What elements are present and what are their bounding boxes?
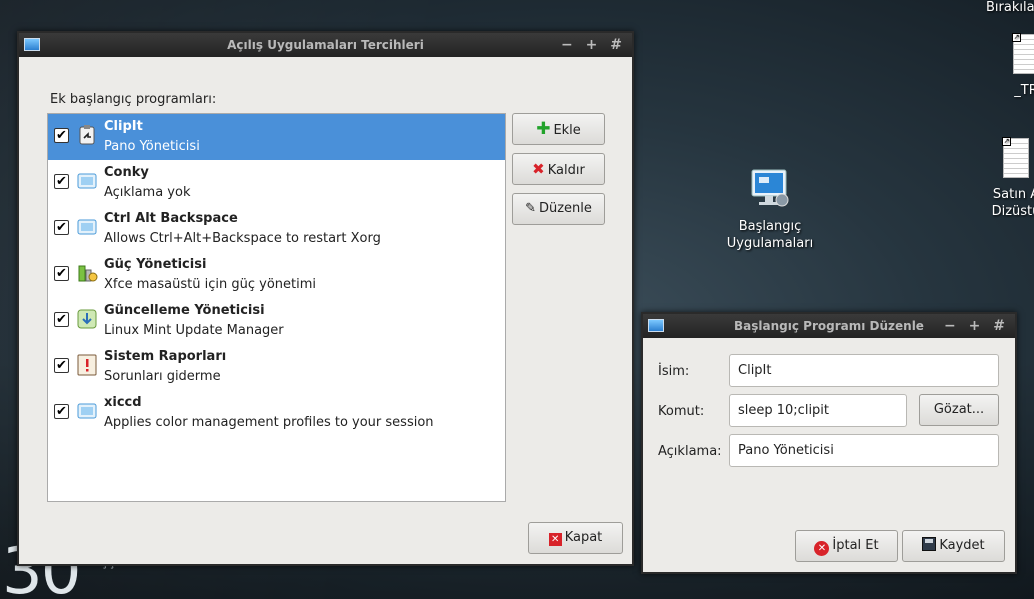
app-name: Sistem Raporları [104, 349, 227, 364]
app-name: xiccd [104, 395, 142, 410]
app-name: Güç Yöneticisi [104, 257, 207, 272]
list-item[interactable]: ✔ Güncelleme Yöneticisi Linux Mint Updat… [48, 298, 505, 344]
app-name: ClipIt [104, 119, 143, 134]
desktop-icon-satin[interactable]: ↗ Satın A Dizüstü [986, 137, 1034, 220]
plus-icon: ✚ [536, 119, 551, 139]
clipboard-icon [79, 125, 95, 145]
edit-startup-program-window: Başlangıç Programı Düzenle − + # İsim: C… [641, 312, 1017, 574]
app-description: Linux Mint Update Manager [104, 323, 284, 338]
window-titlebar[interactable]: Başlangıç Programı Düzenle − + # [643, 314, 1015, 338]
enable-checkbox[interactable]: ✔ [54, 404, 69, 419]
enable-checkbox[interactable]: ✔ [54, 312, 69, 327]
remove-button[interactable]: ✖ Kaldır [512, 153, 605, 185]
document-icon: ↗ [1002, 137, 1029, 178]
close-button[interactable]: ✕ Kapat [528, 522, 623, 554]
list-item[interactable]: ✔ Conky Açıklama yok [48, 160, 505, 206]
enable-checkbox[interactable]: ✔ [54, 220, 69, 235]
app-name: Güncelleme Yöneticisi [104, 303, 265, 318]
description-label: Açıklama: [658, 444, 722, 459]
command-label: Komut: [658, 404, 705, 419]
startup-app-list: ✔ ClipIt Pano Yöneticisi ✔ Conky Açıklam… [47, 113, 506, 502]
system-reports-icon [77, 354, 97, 376]
list-item[interactable]: ✔ Güç Yöneticisi Xfce masaüstü için güç … [48, 252, 505, 298]
desktop-icon-label: _TR [1014, 83, 1034, 98]
generic-app-icon [77, 403, 97, 419]
add-button[interactable]: ✚ Ekle [512, 113, 605, 145]
power-manager-icon [78, 265, 98, 282]
window-controls[interactable]: − + # [944, 314, 1009, 338]
edit-button[interactable]: ✎ Düzenle [512, 193, 605, 225]
document-icon: ↗ [1012, 33, 1034, 74]
list-item[interactable]: ✔ ClipIt Pano Yöneticisi [48, 114, 505, 160]
edit-icon: ✎ [525, 201, 536, 216]
cancel-icon: ✕ [814, 541, 830, 556]
generic-app-icon [77, 173, 97, 189]
window-controls[interactable]: − + # [561, 33, 626, 57]
desktop-icon-label: Satın A Dizüstü [991, 187, 1034, 219]
app-description: Allows Ctrl+Alt+Backspace to restart Xor… [104, 231, 381, 246]
app-description: Açıklama yok [104, 185, 191, 200]
list-item[interactable]: ✔ Sistem Raporları Sorunları giderme [48, 344, 505, 390]
cancel-button[interactable]: ✕ İptal Et [795, 530, 898, 562]
command-field[interactable]: sleep 10;clipit [729, 394, 907, 427]
startup-apps-icon [24, 38, 40, 51]
description-field[interactable]: Pano Yöneticisi [729, 434, 999, 467]
enable-checkbox[interactable]: ✔ [54, 358, 69, 373]
app-description: Pano Yöneticisi [104, 139, 200, 154]
startup-apps-icon [751, 169, 789, 207]
window-titlebar[interactable]: Açılış Uygulamaları Tercihleri − + # [19, 33, 632, 57]
name-field[interactable]: ClipIt [729, 354, 999, 387]
app-description: Sorunları giderme [104, 369, 221, 384]
enable-checkbox[interactable]: ✔ [54, 174, 69, 189]
enable-checkbox[interactable]: ✔ [54, 266, 69, 281]
app-description: Xfce masaüstü için güç yönetimi [104, 277, 316, 292]
update-manager-icon [77, 309, 97, 329]
list-item[interactable]: ✔ xiccd Applies color management profile… [48, 390, 505, 436]
window-title: Açılış Uygulamaları Tercihleri [227, 38, 424, 52]
browse-button[interactable]: Gözat... [919, 394, 999, 426]
window-title: Başlangıç Programı Düzenle [734, 319, 924, 333]
enable-checkbox[interactable]: ✔ [54, 128, 69, 143]
close-icon: ✕ [548, 533, 562, 546]
desktop-icon-startup-apps[interactable]: Başlangıç Uygulamaları [720, 166, 820, 252]
generic-app-icon [77, 219, 97, 235]
desktop-icon-tr[interactable]: ↗ _TR [1006, 33, 1034, 99]
startup-apps-icon [648, 319, 664, 332]
app-name: Ctrl Alt Backspace [104, 211, 238, 226]
app-name: Conky [104, 165, 149, 180]
app-description: Applies color management profiles to you… [104, 415, 434, 430]
floppy-save-icon [922, 537, 937, 551]
name-label: İsim: [658, 364, 690, 379]
desktop-icon-label-top: Bırakıla [986, 0, 1034, 15]
desktop-icon-label: Başlangıç Uygulamaları [726, 219, 814, 251]
startup-preferences-window: Açılış Uygulamaları Tercihleri − + # Ek … [17, 31, 634, 566]
list-item[interactable]: ✔ Ctrl Alt Backspace Allows Ctrl+Alt+Bac… [48, 206, 505, 252]
save-button[interactable]: Kaydet [902, 530, 1005, 562]
remove-icon: ✖ [532, 160, 545, 178]
section-label: Ek başlangıç programları: [50, 92, 217, 107]
